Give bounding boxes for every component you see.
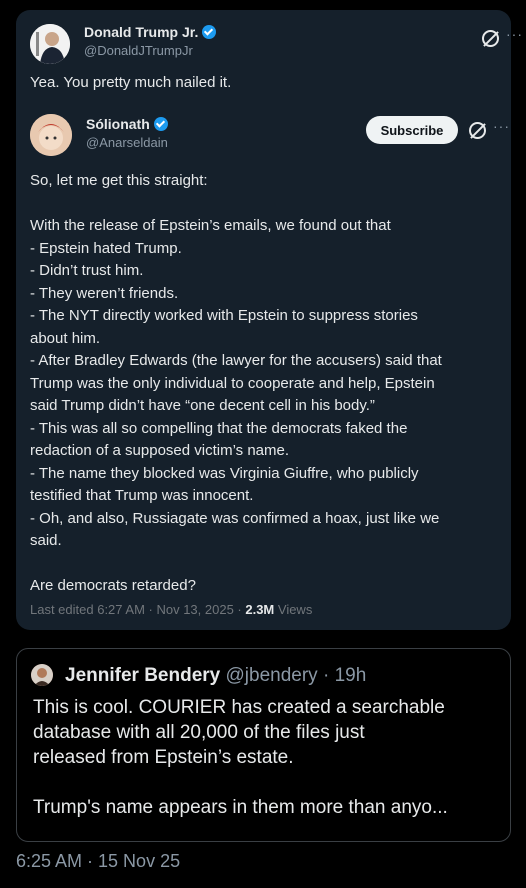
avatar-donald-trump-jr[interactable] xyxy=(30,24,70,64)
quoted-tweet[interactable]: Jennifer Bendery @jbendery · 19h This is… xyxy=(16,648,511,842)
more-icon[interactable]: ··· xyxy=(506,26,523,42)
text-line: database with all 20,000 of the files ju… xyxy=(33,722,365,743)
text-line: - Epstein hated Trump. xyxy=(30,239,182,257)
text-line: about him. xyxy=(30,329,101,347)
text-line: - They weren’t friends. xyxy=(30,284,179,302)
text-line: - Didn’t trust him. xyxy=(30,262,144,279)
text-line: - The NYT directly worked with Epstein t… xyxy=(30,307,418,324)
text-line: said Trump didn’t have “one decent cell … xyxy=(30,397,375,414)
quote-header: Jennifer Bendery @jbendery · 19h xyxy=(65,665,366,687)
reply-author-handle[interactable]: @DonaldJTrumpJr xyxy=(84,43,193,58)
subscribe-button[interactable]: Subscribe xyxy=(366,116,458,144)
quote-author-name[interactable]: Jennifer Bendery xyxy=(65,665,220,686)
reply-text: Yea. You pretty much nailed it. xyxy=(30,74,232,91)
text-line xyxy=(30,193,500,216)
text-line: Trump's name appears in them more than a… xyxy=(33,797,448,818)
quote-author-handle[interactable]: @jbendery · 19h xyxy=(220,665,367,686)
original-author-name[interactable]: Sólionath xyxy=(86,116,168,132)
text-line: - This was all so compelling that the de… xyxy=(30,419,408,437)
grok-icon[interactable] xyxy=(469,122,486,139)
text-line: Trump was the only individual to coopera… xyxy=(30,374,435,392)
edited-timestamp[interactable]: Last edited 6:27 AM · Nov 13, 2025 · xyxy=(30,602,245,617)
text-line: So, let me get this straight: xyxy=(30,172,208,189)
verified-badge-icon xyxy=(153,117,168,131)
post-timestamp: 6:25 AM · 15 Nov 25 xyxy=(16,851,181,871)
text-line: This is cool. COURIER has created a sear… xyxy=(33,697,445,718)
text-line: said. xyxy=(30,532,62,549)
text-line xyxy=(30,553,500,576)
quote-text: This is cool. COURIER has created a sear… xyxy=(33,695,503,820)
views-label: Views xyxy=(274,602,313,617)
tweet-card: Donald Trump Jr. @DonaldJTrumpJr ··· Yea… xyxy=(16,10,522,630)
original-tweet-text: So, let me get this straight: With the re… xyxy=(30,170,500,598)
text-line: redaction of a supposed victim’s name. xyxy=(30,442,290,459)
original-author-handle[interactable]: @Anarseldain xyxy=(86,135,168,150)
text-line: released from Epstein’s estate. xyxy=(33,747,294,768)
tweet-meta: Last edited 6:27 AM · Nov 13, 2025 · 2.3… xyxy=(30,602,312,617)
text-line: Are democrats retarded? xyxy=(30,577,196,594)
views-count: 2.3M xyxy=(245,602,275,617)
text-line: With the release of Epstein’s emails, we… xyxy=(30,217,391,234)
text-line: - Oh, and also, Russiagate was confirmed… xyxy=(30,509,440,527)
grok-icon[interactable] xyxy=(482,30,499,47)
verified-badge-icon xyxy=(202,25,217,39)
avatar-solionath[interactable] xyxy=(30,114,72,156)
text-line: testified that Trump was innocent. xyxy=(30,487,254,504)
avatar-jennifer-bendery[interactable] xyxy=(31,664,53,686)
text-line xyxy=(33,770,503,795)
reply-author-name[interactable]: Donald Trump Jr. xyxy=(84,24,217,40)
text-line: - After Bradley Edwards (the lawyer for … xyxy=(30,352,442,369)
text-line: - The name they blocked was Virginia Giu… xyxy=(30,464,419,482)
more-icon[interactable]: ··· xyxy=(493,118,510,134)
